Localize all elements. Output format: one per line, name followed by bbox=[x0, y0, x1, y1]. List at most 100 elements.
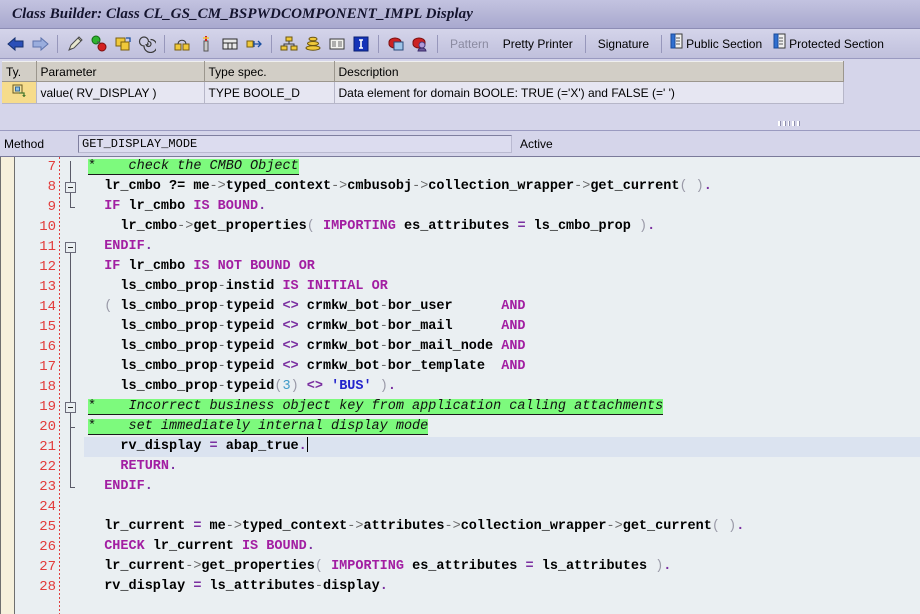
code-line[interactable]: IF lr_cmbo IS NOT BOUND OR bbox=[84, 257, 920, 277]
fold-connector bbox=[70, 193, 71, 207]
line-number: 14 bbox=[39, 299, 56, 315]
method-status-label: Active bbox=[520, 136, 553, 151]
code-line[interactable]: ls_cmbo_prop-typeid(3) <> 'BUS' ). bbox=[84, 377, 920, 397]
code-line[interactable]: lr_current->get_properties( IMPORTING es… bbox=[84, 557, 920, 577]
document-icon bbox=[669, 33, 684, 54]
line-number: 27 bbox=[39, 559, 56, 575]
document-icon bbox=[772, 33, 787, 54]
cell-description[interactable]: Data element for domain BOOLE: TRUE (='X… bbox=[334, 81, 844, 104]
line-number-gutter: 7 8 9 10 11 12 13 14 15 16 17 18 19 20 21 22 23 24 25 26 27 2… bbox=[15, 157, 60, 614]
code-line[interactable]: lr_cmbo ?= me->typed_context->cmbusobj->… bbox=[84, 177, 920, 197]
toolbar-separator bbox=[378, 34, 379, 53]
column-header-type-spec[interactable]: Type spec. bbox=[204, 61, 335, 82]
line-number: 19 bbox=[39, 399, 56, 415]
line-number: 20 bbox=[39, 419, 56, 435]
protected-section-button[interactable]: Protected Section bbox=[770, 33, 886, 54]
code-line[interactable]: ls_cmbo_prop-typeid <> crmkw_bot-bor_mai… bbox=[84, 337, 920, 357]
fold-end-tick bbox=[70, 207, 75, 208]
method-label: Method bbox=[4, 136, 45, 151]
pencil-edit-icon[interactable] bbox=[64, 33, 86, 55]
code-line[interactable]: IF lr_cmbo IS BOUND. bbox=[84, 197, 920, 217]
code-line[interactable]: RETURN. bbox=[84, 457, 920, 477]
table-header-row: Ty. Parameter Type spec. Description bbox=[2, 61, 844, 82]
line-number: 12 bbox=[39, 259, 56, 275]
code-line[interactable]: rv_display = abap_true. bbox=[84, 437, 920, 457]
line-number: 17 bbox=[39, 359, 56, 375]
page-title: Class Builder: Class CL_GS_CM_BSPWDCOMPO… bbox=[12, 5, 474, 22]
fold-connector bbox=[70, 253, 71, 407]
code-line[interactable]: ls_cmbo_prop-typeid <> crmkw_bot-bor_mai… bbox=[84, 317, 920, 337]
code-editor[interactable]: 7 8 9 10 11 12 13 14 15 16 17 18 19 20 21 22 23 24 25 26 27 2… bbox=[0, 157, 920, 614]
line-number: 22 bbox=[39, 459, 56, 475]
panel-resize-grip[interactable] bbox=[778, 121, 800, 127]
public-section-button[interactable]: Public Section bbox=[667, 33, 764, 54]
code-line[interactable]: * set immediately internal display mode bbox=[84, 417, 920, 437]
navigate-icon[interactable] bbox=[243, 33, 265, 55]
cell-parameter[interactable]: value( RV_DISPLAY ) bbox=[36, 81, 205, 104]
code-line[interactable] bbox=[84, 497, 920, 517]
line-number: 25 bbox=[39, 519, 56, 535]
stack-icon[interactable] bbox=[302, 33, 324, 55]
code-line[interactable]: ENDIF. bbox=[84, 477, 920, 497]
forward-arrow-icon[interactable] bbox=[29, 33, 51, 55]
insert-icon[interactable] bbox=[195, 33, 217, 55]
table-row[interactable]: value( RV_DISPLAY ) TYPE BOOLE_D Data el… bbox=[2, 81, 844, 104]
pattern-spiral-icon[interactable] bbox=[136, 33, 158, 55]
code-line[interactable]: * Incorrect business object key from app… bbox=[84, 397, 920, 417]
check-syntax-icon[interactable] bbox=[88, 33, 110, 55]
line-number: 16 bbox=[39, 339, 56, 355]
protected-section-label: Protected Section bbox=[789, 36, 884, 51]
line-number: 9 bbox=[47, 199, 56, 215]
code-line[interactable]: rv_display = ls_attributes-display. bbox=[84, 577, 920, 597]
fold-end-tick bbox=[70, 487, 75, 488]
fold-toggle-icon[interactable] bbox=[65, 182, 76, 193]
generate-icon[interactable] bbox=[171, 33, 193, 55]
pretty-printer-button[interactable]: Pretty Printer bbox=[496, 37, 580, 51]
code-line[interactable]: lr_cmbo->get_properties( IMPORTING es_at… bbox=[84, 217, 920, 237]
class-builder-window: Class Builder: Class CL_GS_CM_BSPWDCOMPO… bbox=[0, 0, 920, 614]
line-number: 15 bbox=[39, 319, 56, 335]
user-object-icon[interactable] bbox=[409, 33, 431, 55]
column-header-type[interactable]: Ty. bbox=[2, 61, 37, 82]
method-bar: Method Active bbox=[0, 131, 920, 157]
code-line[interactable]: ls_cmbo_prop-typeid <> crmkw_bot-bor_tem… bbox=[84, 357, 920, 377]
returning-parameter-icon[interactable] bbox=[2, 81, 37, 104]
code-line[interactable]: CHECK lr_current IS BOUND. bbox=[84, 537, 920, 557]
code-line[interactable]: ls_cmbo_prop-instid IS INITIAL OR bbox=[84, 277, 920, 297]
activate-icon[interactable] bbox=[112, 33, 134, 55]
code-content-area[interactable]: * check the CMBO Object lr_cmbo ?= me->t… bbox=[84, 157, 920, 614]
cell-type-spec[interactable]: TYPE BOOLE_D bbox=[204, 81, 335, 104]
line-number: 28 bbox=[39, 579, 56, 595]
method-name-input[interactable] bbox=[78, 134, 512, 153]
signature-button[interactable]: Signature bbox=[591, 37, 656, 51]
fold-toggle-icon[interactable] bbox=[65, 402, 76, 413]
fold-connector bbox=[70, 413, 71, 487]
back-arrow-icon[interactable] bbox=[5, 33, 27, 55]
code-line[interactable]: * check the CMBO Object bbox=[84, 157, 920, 177]
editor-left-margin bbox=[1, 157, 15, 614]
code-line[interactable]: ENDIF. bbox=[84, 237, 920, 257]
toolbar-separator bbox=[164, 34, 165, 53]
toolbar-separator bbox=[584, 34, 586, 53]
code-line[interactable]: ( ls_cmbo_prop-typeid <> crmkw_bot-bor_u… bbox=[84, 297, 920, 317]
fold-connector bbox=[70, 161, 71, 182]
code-folding-gutter[interactable] bbox=[60, 157, 84, 614]
text-cursor bbox=[306, 437, 308, 452]
hierarchy-icon[interactable] bbox=[278, 33, 300, 55]
parameter-panel: Ty. Parameter Type spec. Description val… bbox=[0, 59, 920, 131]
local-types-icon[interactable] bbox=[385, 33, 407, 55]
column-header-description[interactable]: Description bbox=[334, 61, 844, 82]
info-icon[interactable] bbox=[350, 33, 372, 55]
column-header-parameter[interactable]: Parameter bbox=[36, 61, 205, 82]
display-object-icon[interactable] bbox=[219, 33, 241, 55]
line-number: 8 bbox=[47, 179, 56, 195]
line-number: 11 bbox=[39, 239, 56, 255]
line-number: 21 bbox=[39, 439, 56, 455]
toolbar-separator bbox=[437, 34, 438, 53]
line-number: 26 bbox=[39, 539, 56, 555]
window-title-bar: Class Builder: Class CL_GS_CM_BSPWDCOMPO… bbox=[0, 0, 920, 29]
list-icon[interactable] bbox=[326, 33, 348, 55]
fold-toggle-icon[interactable] bbox=[65, 242, 76, 253]
code-line[interactable]: lr_current = me->typed_context->attribut… bbox=[84, 517, 920, 537]
pattern-button[interactable]: Pattern bbox=[443, 37, 496, 51]
